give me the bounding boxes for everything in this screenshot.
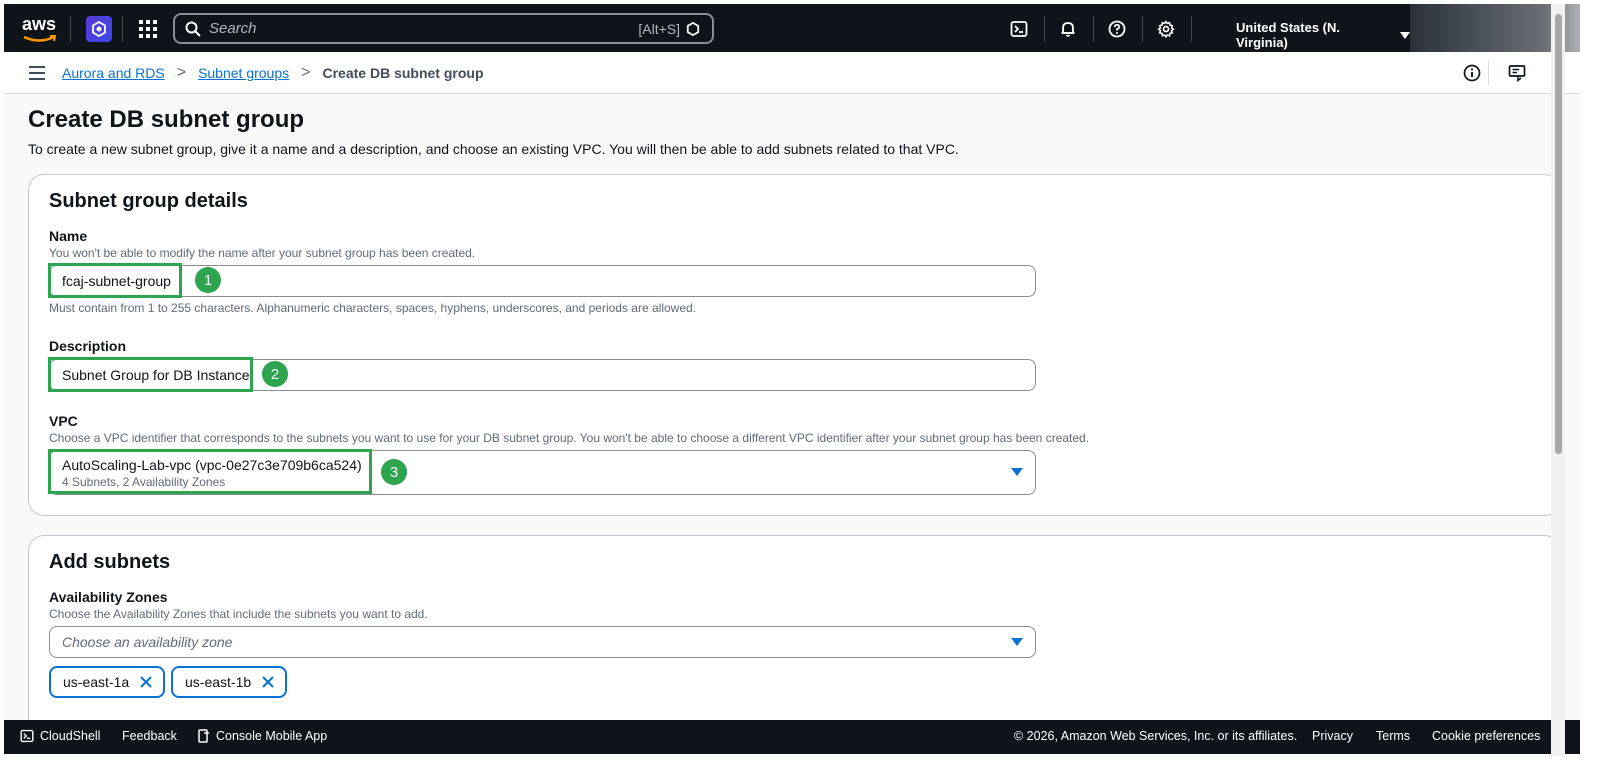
cloudshell-icon[interactable] <box>1008 18 1030 40</box>
breadcrumb-aurora-rds[interactable]: Aurora and RDS <box>62 65 165 81</box>
region-label: United States (N. Virginia) <box>1236 20 1341 50</box>
chevron-right-icon: > <box>301 64 311 81</box>
highlight-box-description <box>48 357 253 392</box>
remove-x-icon[interactable] <box>139 675 153 689</box>
step-marker-2: 2 <box>262 361 288 387</box>
name-label: Name <box>49 228 88 244</box>
page-description: To create a new subnet group, give it a … <box>28 141 959 157</box>
token-label: us-east-1b <box>185 674 252 690</box>
name-constraint: Must contain from 1 to 255 characters. A… <box>49 301 697 315</box>
service-logo-icon[interactable] <box>86 16 112 42</box>
token-label: us-east-1a <box>63 674 130 690</box>
notifications-bell-icon[interactable] <box>1057 18 1079 40</box>
footer-mobile-app-label: Console Mobile App <box>216 729 328 743</box>
section-heading-add-subnets: Add subnets <box>49 551 171 573</box>
main-content: Create DB subnet group To create a new s… <box>4 94 1580 734</box>
caret-down-icon <box>1400 31 1410 39</box>
footer-mobile-app[interactable]: Console Mobile App <box>198 729 327 743</box>
top-navigation: aws Search [Alt+S] United States (N. Vir… <box>4 4 1410 52</box>
availability-zone-select[interactable]: Choose an availability zone <box>49 626 1036 658</box>
nav-divider <box>122 16 123 42</box>
apps-grid-icon[interactable] <box>138 19 158 39</box>
region-selector[interactable]: United States (N. Virginia) <box>1236 20 1410 50</box>
amazon-q-icon[interactable] <box>686 21 700 36</box>
info-icon[interactable] <box>1461 62 1483 84</box>
search-input[interactable]: Search [Alt+S] <box>173 13 714 44</box>
remove-x-icon[interactable] <box>261 675 275 689</box>
caret-down-icon <box>1011 468 1023 476</box>
aws-logo-text: aws <box>22 14 57 34</box>
highlight-box-name <box>48 263 182 298</box>
divider <box>1488 61 1489 85</box>
nav-divider <box>1044 16 1045 42</box>
footer-cloudshell[interactable]: CloudShell <box>20 729 100 743</box>
search-placeholder: Search <box>209 20 257 37</box>
console-footer: CloudShell Feedback Console Mobile App ©… <box>4 720 1580 754</box>
availability-zones-label: Availability Zones <box>49 589 168 605</box>
caret-down-icon <box>1011 638 1023 646</box>
vpc-hint: Choose a VPC identifier that corresponds… <box>49 431 1090 445</box>
section-heading-details: Subnet group details <box>49 190 248 212</box>
scrollbar-thumb[interactable] <box>1555 14 1562 454</box>
highlight-box-vpc <box>48 449 372 494</box>
footer-cookie-preferences[interactable]: Cookie preferences <box>1432 729 1540 743</box>
availability-zones-hint: Choose the Availability Zones that inclu… <box>49 607 428 621</box>
nav-divider <box>1142 16 1143 42</box>
search-shortcut: [Alt+S] <box>638 20 680 37</box>
search-icon <box>185 21 201 37</box>
help-icon[interactable] <box>1106 18 1128 40</box>
menu-hamburger-icon[interactable] <box>28 65 46 81</box>
footer-privacy[interactable]: Privacy <box>1312 729 1353 743</box>
name-hint: You won't be able to modify the name aft… <box>49 246 476 260</box>
step-marker-3: 3 <box>381 459 407 485</box>
token-us-east-1b: us-east-1b <box>171 666 288 698</box>
page-title: Create DB subnet group <box>28 106 305 133</box>
nav-divider <box>1191 16 1192 42</box>
vpc-label: VPC <box>49 413 78 429</box>
subnet-group-details-card: Subnet group details Name You won't be a… <box>28 174 1560 516</box>
step-marker-1: 1 <box>195 267 221 293</box>
nav-divider <box>1093 16 1094 42</box>
footer-copyright: © 2026, Amazon Web Services, Inc. or its… <box>1014 729 1298 743</box>
footer-feedback[interactable]: Feedback <box>122 729 177 743</box>
breadcrumb: Aurora and RDS > Subnet groups > Create … <box>62 64 484 82</box>
breadcrumb-subnet-groups[interactable]: Subnet groups <box>198 65 289 81</box>
nav-divider <box>70 16 71 42</box>
settings-gear-icon[interactable] <box>1155 18 1177 40</box>
description-label: Description <box>49 338 127 354</box>
availability-zone-placeholder: Choose an availability zone <box>62 634 233 650</box>
breadcrumb-current: Create DB subnet group <box>322 65 484 81</box>
aws-logo[interactable]: aws <box>20 14 60 44</box>
chevron-right-icon: > <box>176 64 187 81</box>
add-subnets-card: Add subnets Availability Zones Choose th… <box>28 535 1560 734</box>
cloudshell-icon <box>20 729 34 743</box>
token-us-east-1a: us-east-1a <box>49 666 166 698</box>
breadcrumb-bar: Aurora and RDS > Subnet groups > Create … <box>4 52 1580 94</box>
footer-cloudshell-label: CloudShell <box>40 729 101 743</box>
footer-terms[interactable]: Terms <box>1376 729 1410 743</box>
external-link-icon <box>198 729 210 743</box>
feedback-panel-icon[interactable] <box>1506 62 1528 84</box>
